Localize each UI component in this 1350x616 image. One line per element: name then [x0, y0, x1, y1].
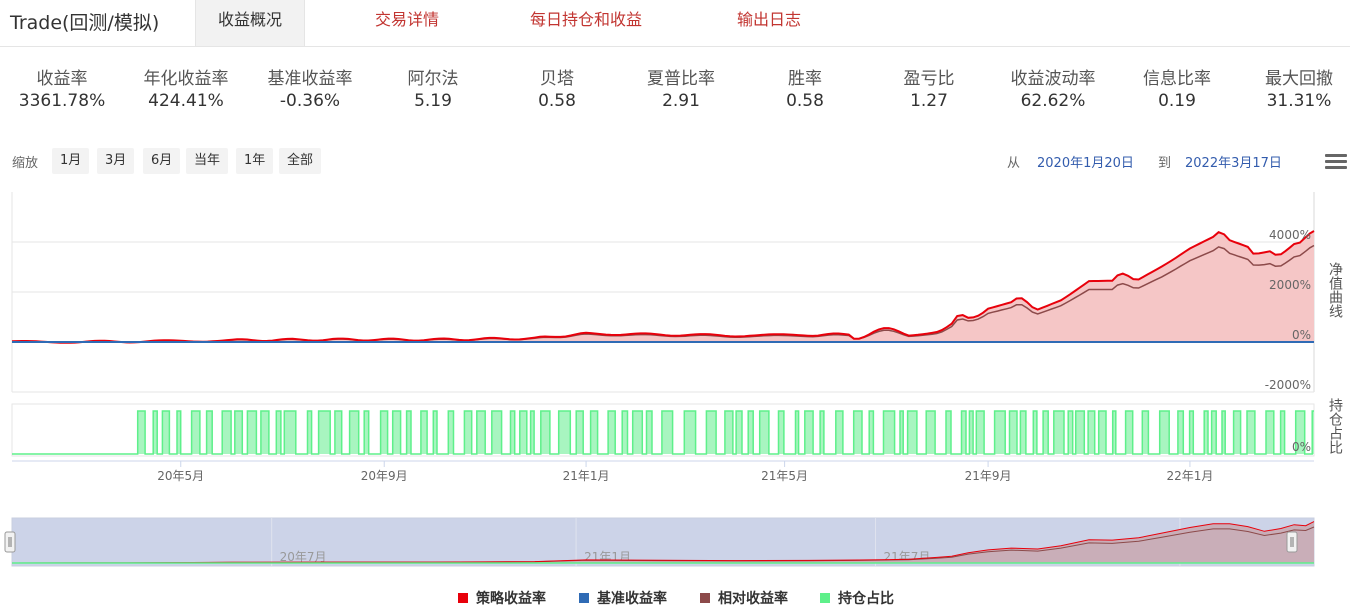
x-tick-label: 20年9月: [361, 469, 408, 483]
position-y-tick: 0%: [1292, 440, 1311, 454]
x-tick-label: 21年9月: [965, 469, 1012, 483]
x-tick-label: 21年1月: [563, 469, 610, 483]
navigator-left-handle-icon[interactable]: [4, 531, 16, 553]
navigator[interactable]: 20年7月21年1月21年7月22年1月: [4, 517, 1315, 567]
position-panel-series: [11, 403, 1315, 457]
y-tick-label: 2000%: [1269, 278, 1311, 292]
legend-label: 相对收益率: [718, 591, 788, 607]
x-tick-label: 20年5月: [157, 469, 204, 483]
legend-label: 策略收益率: [476, 591, 546, 607]
legend-swatch: [820, 593, 830, 603]
position-axis-title: 持仓占比: [1327, 398, 1343, 454]
navigator-right-handle-icon[interactable]: [1286, 531, 1298, 553]
legend-swatch: [458, 593, 468, 603]
legend-label: 持仓占比: [838, 591, 894, 607]
y-tick-label: 4000%: [1269, 228, 1311, 242]
legend-item-benchmark[interactable]: 基准收益率: [579, 588, 667, 608]
legend-swatch: [579, 593, 589, 603]
x-tick-label: 21年5月: [761, 469, 808, 483]
y-tick-label: -2000%: [1265, 378, 1311, 392]
legend-swatch: [700, 593, 710, 603]
y-tick-label: 0%: [1292, 328, 1311, 342]
legend-item-strategy[interactable]: 策略收益率: [458, 588, 546, 608]
x-tick-label: 22年1月: [1166, 469, 1213, 483]
performance-chart: 4000%2000%0%-2000% 净值曲线 持仓占比 0% 20年5月 20年…: [4, 192, 1343, 567]
strategy-area: [12, 231, 1314, 343]
main-panel-series: [11, 230, 1315, 344]
legend-item-position[interactable]: 持仓占比: [820, 588, 894, 608]
x-axis: 20年5月 20年9月 21年1月 21年5月 21年9月 22年1月: [12, 460, 1314, 483]
main-axis-title: 净值曲线: [1327, 262, 1343, 318]
legend-item-relative[interactable]: 相对收益率: [700, 588, 788, 608]
legend-label: 基准收益率: [597, 591, 667, 607]
